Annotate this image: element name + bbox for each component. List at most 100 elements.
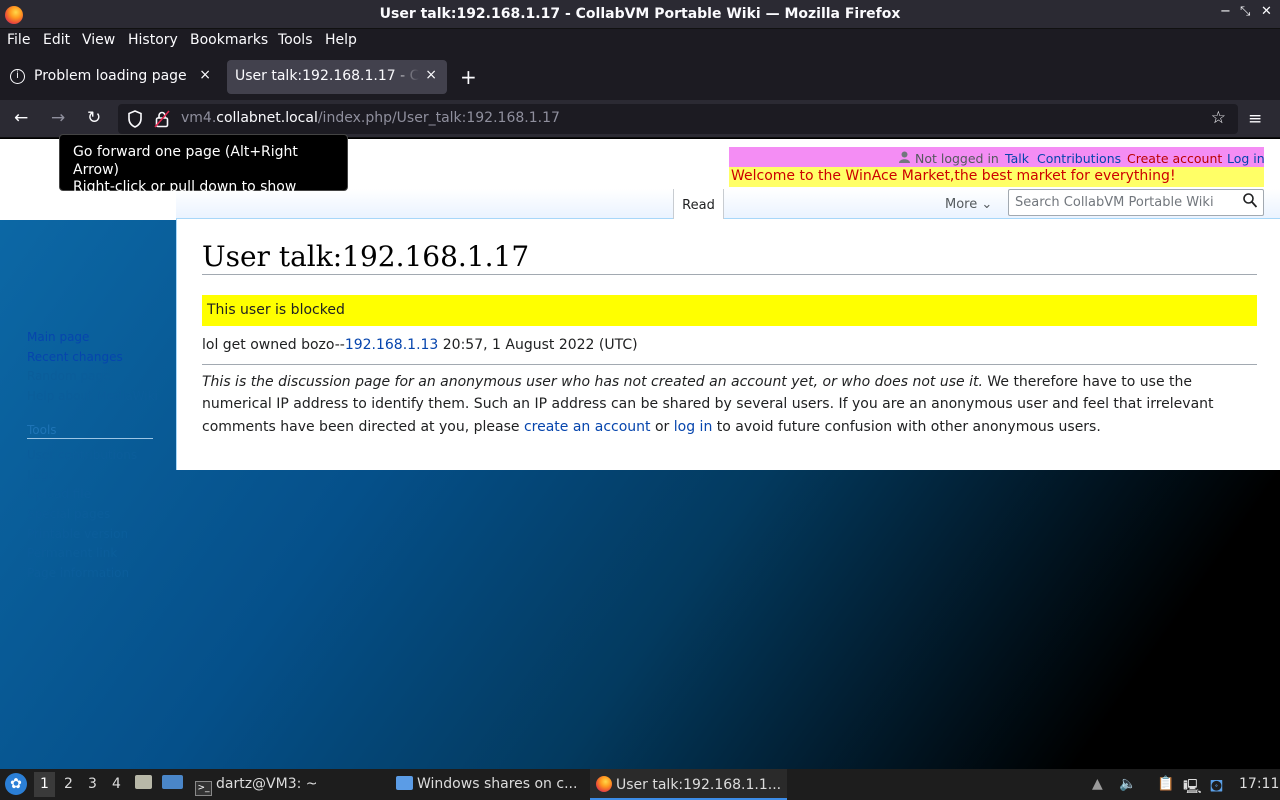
menu-bookmarks[interactable]: Bookmarks xyxy=(190,32,268,48)
talk-comment: lol get owned bozo--192.168.1.13 20:57, … xyxy=(202,337,638,353)
sidebar-item-printable-version[interactable]: Printable version xyxy=(27,527,137,547)
page-title: User talk:192.168.1.17 xyxy=(202,240,1257,275)
anon-notice: This is the discussion page for an anony… xyxy=(202,371,1242,438)
taskbar-app-label: User talk:192.168.1.1... xyxy=(616,777,782,793)
comment-text: lol get owned bozo-- xyxy=(202,337,345,353)
more-label: More xyxy=(945,197,978,212)
restore-button[interactable]: ⤡ xyxy=(1240,4,1250,19)
clipboard-icon[interactable]: 📋 xyxy=(1157,776,1174,792)
menu-tools[interactable]: Tools xyxy=(278,32,313,48)
create-account-inline-link[interactable]: create an account xyxy=(524,419,651,435)
tracking-shield-icon[interactable] xyxy=(127,110,143,132)
update-notifier-icon[interactable]: 🖸 xyxy=(1210,776,1223,800)
sidebar: Main page Recent changes Random page Hel… xyxy=(27,330,158,580)
sidebar-item-help[interactable]: Help about MediaWiki xyxy=(27,389,158,409)
navigation-toolbar: ← → ↻ vm4.collabnet.local/index.php/User… xyxy=(0,100,1280,138)
new-tab-button[interactable]: + xyxy=(460,65,477,89)
folder-icon xyxy=(396,776,413,790)
insecure-lock-icon[interactable] xyxy=(154,110,170,132)
tab-problem-loading[interactable]: i Problem loading page × xyxy=(3,60,221,94)
menu-file[interactable]: File xyxy=(7,32,30,48)
more-dropdown[interactable]: More ⌄ xyxy=(945,197,992,212)
sidebar-item-permanent-link[interactable]: Permanent link xyxy=(27,546,137,566)
url-path: /index.php/User_talk:192.168.1.17 xyxy=(317,110,560,126)
sidebar-item-random-page[interactable]: Random page xyxy=(27,369,158,389)
sidebar-item-main-page[interactable]: Main page xyxy=(27,330,158,350)
clock[interactable]: 17:11 xyxy=(1239,776,1279,792)
signature-ip-link[interactable]: 192.168.1.13 xyxy=(345,337,439,353)
file-manager-launcher-icon[interactable] xyxy=(135,775,156,791)
tab-label: User talk:192.168.1.17 - CollabVM Portab… xyxy=(235,68,419,84)
network-icon[interactable]: 🖳 xyxy=(1183,776,1202,800)
log-in-inline-link[interactable]: log in xyxy=(674,419,713,435)
url-text: vm4.collabnet.local/index.php/User_talk:… xyxy=(181,110,560,126)
tab-user-talk[interactable]: User talk:192.168.1.17 - CollabVM Portab… xyxy=(227,60,447,94)
content-divider xyxy=(202,364,1257,365)
sidebar-item-logs[interactable]: Logs xyxy=(27,468,137,488)
firefox-icon xyxy=(596,776,612,792)
url-bar[interactable]: vm4.collabnet.local/index.php/User_talk:… xyxy=(118,104,1238,134)
anon-notice-or: or xyxy=(650,418,674,435)
menu-help[interactable]: Help xyxy=(325,32,357,48)
not-logged-in-text: Not logged in xyxy=(915,151,999,166)
forward-button[interactable]: → xyxy=(51,108,65,128)
forward-tooltip: Go forward one page (Alt+Right Arrow) Ri… xyxy=(59,134,348,213)
personal-tools: Not logged in Talk Contributions Create … xyxy=(729,147,1265,167)
sidebar-item-user-contributions[interactable]: User contributions xyxy=(27,448,137,468)
terminal-icon: >_ xyxy=(195,781,212,796)
close-tab-icon[interactable]: × xyxy=(199,67,211,83)
tab-label: Problem loading page xyxy=(34,68,187,84)
search-icon[interactable] xyxy=(1243,193,1258,212)
menu-bar: File Edit View History Bookmarks Tools H… xyxy=(0,29,1280,53)
wiki-page: Not logged in Talk Contributions Create … xyxy=(0,139,1280,769)
bookmark-star-icon[interactable]: ☆ xyxy=(1211,108,1226,128)
talk-link[interactable]: Talk xyxy=(1005,151,1029,166)
reload-button[interactable]: ↻ xyxy=(87,108,101,128)
taskbar-app-label: Windows shares on c... xyxy=(417,776,578,792)
close-window-button[interactable]: ✕ xyxy=(1261,4,1272,19)
anon-notice-end: to avoid future confusion with other ano… xyxy=(712,418,1101,435)
user-icon xyxy=(899,151,910,166)
sidebar-item-page-information[interactable]: Page information xyxy=(27,566,137,586)
sidebar-item-recent-changes[interactable]: Recent changes xyxy=(27,350,158,370)
tab-bar: i Problem loading page × User talk:192.1… xyxy=(0,53,1280,100)
start-menu-icon[interactable]: ✿ xyxy=(5,773,27,795)
workspace-3[interactable]: 3 xyxy=(88,776,97,792)
search-input[interactable]: Search CollabVM Portable Wiki xyxy=(1008,189,1264,216)
desktop-launcher-icon[interactable] xyxy=(162,775,187,791)
create-account-link[interactable]: Create account xyxy=(1127,151,1222,166)
app-menu-icon[interactable]: ≡ xyxy=(1248,109,1262,129)
blocked-notice: This user is blocked xyxy=(202,295,1257,326)
volume-icon[interactable]: 🔈 xyxy=(1119,776,1136,792)
taskbar-app-terminal[interactable]: >_ dartz@VM3: ~ xyxy=(195,776,318,796)
contributions-link[interactable]: Contributions xyxy=(1037,151,1121,166)
tooltip-line-2: Right-click or pull down to show history xyxy=(73,179,297,213)
menu-view[interactable]: View xyxy=(82,32,115,48)
taskbar-app-windows-shares[interactable]: Windows shares on c... xyxy=(396,776,577,792)
minimize-button[interactable]: − xyxy=(1220,4,1231,19)
close-tab-icon[interactable]: × xyxy=(425,67,437,83)
anon-notice-italic: This is the discussion page for an anony… xyxy=(202,374,983,390)
taskbar: ✿ 1 2 3 4 >_ dartz@VM3: ~ Windows shares … xyxy=(0,769,1280,800)
sidebar-item-upload-file[interactable]: Upload file xyxy=(27,487,137,507)
taskbar-app-firefox-label[interactable]: User talk:192.168.1.1... xyxy=(596,776,781,793)
menu-history[interactable]: History xyxy=(128,32,178,48)
tools-list: User contributions Logs Upload file Spec… xyxy=(27,448,137,580)
workspace-1[interactable]: 1 xyxy=(34,772,55,797)
url-prefix: vm4. xyxy=(181,110,217,126)
workspace-2[interactable]: 2 xyxy=(64,776,73,792)
sidebar-item-special-pages[interactable]: Special pages xyxy=(27,507,137,527)
site-banner: Welcome to the WinAce Market,the best ma… xyxy=(729,167,1264,187)
taskbar-app-label: dartz@VM3: ~ xyxy=(216,776,318,792)
tooltip-line-1: Go forward one page (Alt+Right Arrow) xyxy=(73,144,298,178)
back-button[interactable]: ← xyxy=(14,108,28,128)
menu-edit[interactable]: Edit xyxy=(43,32,70,48)
tab-read[interactable]: Read xyxy=(673,189,724,220)
window-title: User talk:192.168.1.17 - CollabVM Portab… xyxy=(379,6,901,22)
comment-timestamp: 20:57, 1 August 2022 (UTC) xyxy=(438,337,638,353)
content-area: User talk:192.168.1.17 This user is bloc… xyxy=(176,219,1280,470)
chevron-down-icon: ⌄ xyxy=(981,197,993,212)
tray-notes-icon[interactable]: ▲ xyxy=(1092,776,1103,792)
log-in-link[interactable]: Log in xyxy=(1227,151,1265,166)
workspace-4[interactable]: 4 xyxy=(112,776,121,792)
